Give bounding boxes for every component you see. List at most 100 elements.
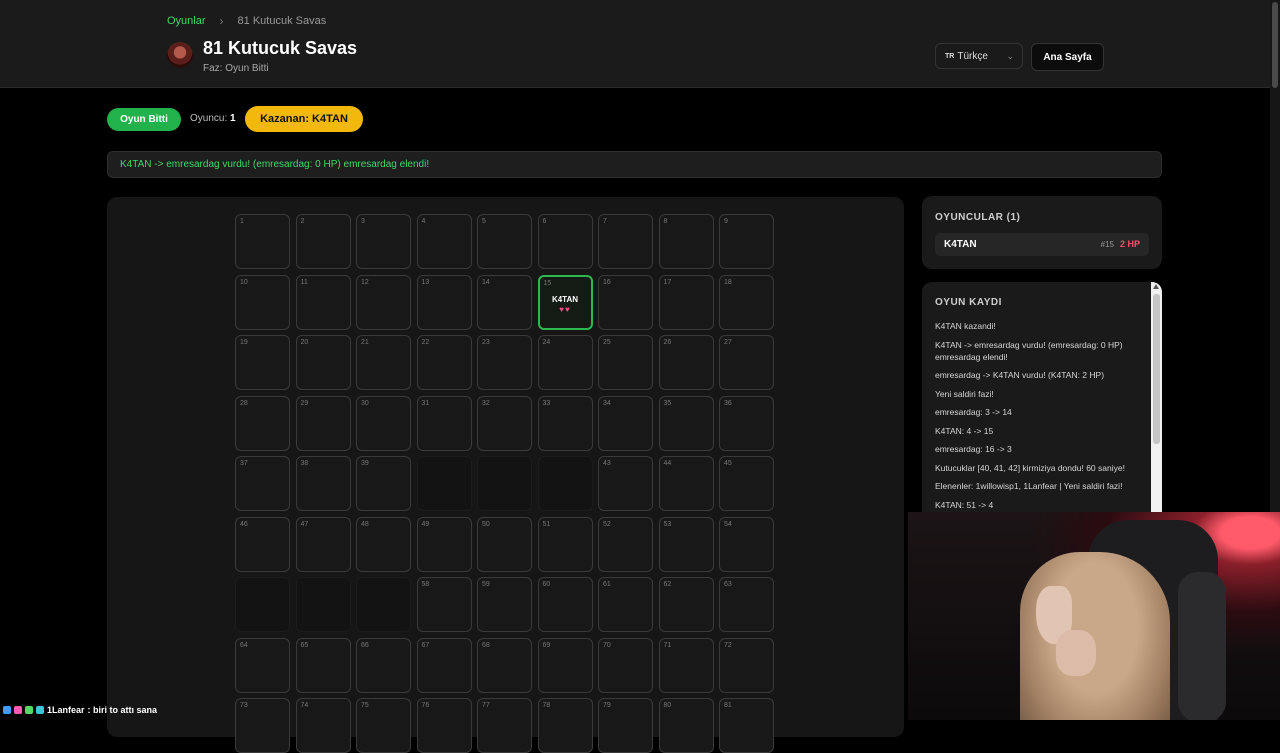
board-cell-79[interactable]: 79 bbox=[598, 698, 653, 753]
cell-player-name: K4TAN bbox=[551, 294, 579, 304]
board-cell-75[interactable]: 75 bbox=[356, 698, 411, 753]
cell-number: 9 bbox=[724, 218, 728, 225]
board-cell-12[interactable]: 12 bbox=[356, 274, 411, 330]
board-cell-30[interactable]: 30 bbox=[356, 395, 411, 451]
board-cell-63[interactable]: 63 bbox=[719, 577, 774, 632]
board-cell-33[interactable]: 33 bbox=[537, 395, 593, 451]
board-cell-80[interactable]: 80 bbox=[658, 698, 714, 753]
board-cell-65[interactable]: 65 bbox=[295, 637, 351, 693]
cell-number: 69 bbox=[542, 641, 551, 649]
players-panel-title: OYUNCULAR (1) bbox=[935, 212, 1021, 223]
board-cell-26[interactable]: 26 bbox=[658, 335, 714, 390]
board-cell-23[interactable]: 23 bbox=[477, 335, 532, 390]
scroll-up-icon[interactable] bbox=[1153, 284, 1159, 289]
board-cell-45[interactable]: 45 bbox=[719, 456, 774, 511]
board-cell-53[interactable]: 53 bbox=[658, 516, 714, 572]
home-button[interactable]: Ana Sayfa bbox=[1031, 43, 1104, 71]
board-cell-1[interactable]: 1 bbox=[235, 214, 290, 269]
board-cell-3[interactable]: 3 bbox=[356, 214, 411, 269]
board-cell-8[interactable]: 8 bbox=[658, 214, 714, 269]
board-cell-36[interactable]: 36 bbox=[719, 395, 774, 451]
log-scrollbar[interactable] bbox=[1151, 282, 1162, 512]
board-cell-35[interactable]: 35 bbox=[658, 395, 714, 451]
board-cell-47[interactable]: 47 bbox=[295, 516, 351, 572]
board-cell-78[interactable]: 78 bbox=[537, 698, 593, 753]
board-cell-54[interactable]: 54 bbox=[719, 516, 774, 572]
board-cell-15[interactable]: 15 K4TAN ♥♥ bbox=[537, 274, 593, 330]
breadcrumb-oyunlar-link[interactable]: Oyunlar bbox=[167, 15, 206, 27]
board-cell-34[interactable]: 34 bbox=[598, 395, 653, 451]
board-cell-14[interactable]: 14 bbox=[477, 274, 532, 330]
board-cell-21[interactable]: 21 bbox=[356, 335, 411, 390]
board-cell-81[interactable]: 81 bbox=[719, 698, 774, 753]
board-cell-18[interactable]: 18 bbox=[719, 274, 774, 330]
board-cell-64[interactable]: 64 bbox=[235, 637, 290, 693]
board-cell-71[interactable]: 71 bbox=[658, 637, 714, 693]
board-cell-66[interactable]: 66 bbox=[356, 637, 411, 693]
board-cell-73[interactable]: 73 bbox=[235, 698, 290, 753]
board-cell-24[interactable]: 24 bbox=[537, 335, 593, 390]
chat-user: 1Lanfear bbox=[47, 705, 85, 715]
board-cell-16[interactable]: 16 bbox=[598, 274, 653, 330]
board-cell-9[interactable]: 9 bbox=[719, 214, 774, 269]
board-cell-41 bbox=[477, 456, 532, 511]
cell-number: 78 bbox=[542, 702, 551, 709]
board-cell-38[interactable]: 38 bbox=[295, 456, 351, 511]
board-cell-13[interactable]: 13 bbox=[416, 274, 472, 330]
log-item: emresardag: 3 -> 14 bbox=[935, 407, 1012, 417]
page-scrollbar-thumb[interactable] bbox=[1272, 2, 1278, 88]
board-cell-67[interactable]: 67 bbox=[416, 637, 472, 693]
board-cell-22[interactable]: 22 bbox=[416, 335, 472, 390]
board-cell-20[interactable]: 20 bbox=[295, 335, 351, 390]
board-cell-28[interactable]: 28 bbox=[235, 395, 290, 451]
board-cell-17[interactable]: 17 bbox=[658, 274, 714, 330]
player-hp: 2 HP bbox=[1119, 239, 1140, 249]
cell-number: 15 bbox=[543, 279, 552, 287]
board-cell-44[interactable]: 44 bbox=[658, 456, 714, 511]
board-cell-77[interactable]: 77 bbox=[477, 698, 532, 753]
board-cell-68[interactable]: 68 bbox=[477, 637, 532, 693]
board-cell-11[interactable]: 11 bbox=[295, 274, 351, 330]
board-cell-56 bbox=[295, 577, 351, 632]
board-cell-48[interactable]: 48 bbox=[356, 516, 411, 572]
board-cell-6[interactable]: 6 bbox=[537, 214, 593, 269]
board-cell-52[interactable]: 52 bbox=[598, 516, 653, 572]
board-cell-32[interactable]: 32 bbox=[477, 395, 532, 451]
board-cell-72[interactable]: 72 bbox=[719, 637, 774, 693]
cell-number: 44 bbox=[663, 460, 672, 467]
board-cell-40 bbox=[416, 456, 472, 511]
board-cell-46[interactable]: 46 bbox=[235, 516, 290, 572]
board-cell-31[interactable]: 31 bbox=[416, 395, 472, 451]
board-cell-19[interactable]: 19 bbox=[235, 335, 290, 390]
board-cell-27[interactable]: 27 bbox=[719, 335, 774, 390]
board-cell-61[interactable]: 61 bbox=[598, 577, 653, 632]
board-cell-43[interactable]: 43 bbox=[598, 456, 653, 511]
cell-number: 7 bbox=[603, 218, 607, 225]
board-cell-37[interactable]: 37 bbox=[235, 456, 290, 511]
log-scrollbar-thumb[interactable] bbox=[1153, 294, 1160, 444]
board-cell-60[interactable]: 60 bbox=[537, 577, 593, 632]
board-cell-62[interactable]: 62 bbox=[658, 577, 714, 632]
board-cell-49[interactable]: 49 bbox=[416, 516, 472, 572]
language-select[interactable]: TR Türkçe ⌄ bbox=[935, 43, 1023, 69]
board-cell-4[interactable]: 4 bbox=[416, 214, 472, 269]
board-cell-29[interactable]: 29 bbox=[295, 395, 351, 451]
board-cell-7[interactable]: 7 bbox=[598, 214, 653, 269]
cell-number: 31 bbox=[421, 399, 430, 407]
board-cell-10[interactable]: 10 bbox=[235, 274, 290, 330]
board-cell-76[interactable]: 76 bbox=[416, 698, 472, 753]
board-cell-2[interactable]: 2 bbox=[295, 214, 351, 269]
board-cell-58[interactable]: 58 bbox=[416, 577, 472, 632]
board-cell-70[interactable]: 70 bbox=[598, 637, 653, 693]
board-cell-74[interactable]: 74 bbox=[295, 698, 351, 753]
board-cell-51[interactable]: 51 bbox=[537, 516, 593, 572]
board-cell-50[interactable]: 50 bbox=[477, 516, 532, 572]
cell-number: 33 bbox=[542, 399, 551, 407]
board-cell-39[interactable]: 39 bbox=[356, 456, 411, 511]
player-row: K4TAN #15 2 HP bbox=[935, 233, 1149, 256]
board-cell-5[interactable]: 5 bbox=[477, 214, 532, 269]
board-cell-25[interactable]: 25 bbox=[598, 335, 653, 390]
board-cell-59[interactable]: 59 bbox=[477, 577, 532, 632]
cell-number: 72 bbox=[724, 641, 732, 649]
board-cell-69[interactable]: 69 bbox=[537, 637, 593, 693]
